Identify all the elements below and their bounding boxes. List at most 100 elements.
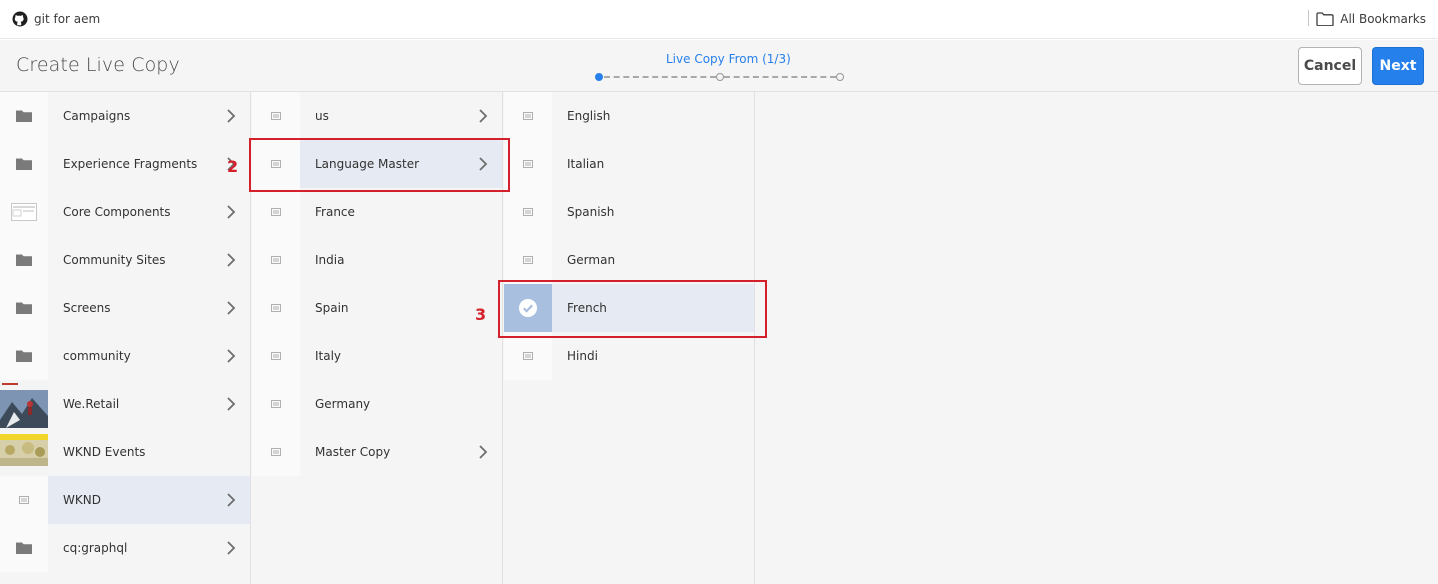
- column-item-us[interactable]: us: [252, 92, 502, 140]
- column-item-label: Community Sites: [63, 253, 166, 267]
- next-button[interactable]: Next: [1372, 47, 1424, 85]
- all-bookmarks-label: All Bookmarks: [1340, 12, 1426, 26]
- column-item-english[interactable]: English: [504, 92, 754, 140]
- column-item-label: Spain: [315, 301, 349, 315]
- column-item-label: Italy: [315, 349, 342, 363]
- page-icon: [252, 92, 300, 140]
- column-item-hindi[interactable]: Hindi: [504, 332, 754, 380]
- column-item-label: Italian: [567, 157, 605, 171]
- page-icon: [252, 236, 300, 284]
- column-item-experience-fragments[interactable]: Experience Fragments: [0, 140, 250, 188]
- template-thumbnail-icon: [0, 188, 48, 236]
- column-item-india[interactable]: India: [252, 236, 502, 284]
- chevron-right-icon: [227, 493, 236, 507]
- column-1: Campaigns Experience Fragments Core Comp…: [0, 92, 251, 584]
- column-item-core-components[interactable]: Core Components: [0, 188, 250, 236]
- chevron-right-icon: [479, 445, 488, 459]
- annotation-number-2: 2: [227, 157, 239, 176]
- page-icon: [504, 188, 552, 236]
- column-item-spain[interactable]: Spain: [252, 284, 502, 332]
- wizard-step-3-dot[interactable]: [836, 73, 844, 81]
- column-item-label: We.Retail: [63, 397, 120, 411]
- column-item-campaigns[interactable]: Campaigns: [0, 92, 250, 140]
- column-item-cq-graphql[interactable]: cq:graphql: [0, 524, 250, 572]
- chevron-right-icon: [227, 541, 236, 555]
- bookmark-git-for-aem[interactable]: git for aem: [12, 0, 100, 38]
- chevron-right-icon: [227, 397, 236, 411]
- wizard-step-1-dot[interactable]: [595, 73, 603, 81]
- page-title: Create Live Copy: [16, 54, 180, 76]
- chevron-right-icon: [227, 109, 236, 123]
- column-item-label: Germany: [315, 397, 371, 411]
- folder-icon: [0, 284, 48, 332]
- column-item-label: German: [567, 253, 616, 267]
- column-item-label: Master Copy: [315, 445, 391, 459]
- column-item-label: WKND Events: [63, 445, 146, 459]
- page-icon: [0, 476, 48, 524]
- all-bookmarks-button[interactable]: All Bookmarks: [1316, 0, 1426, 38]
- column-item-we-retail[interactable]: We.Retail: [0, 380, 250, 428]
- bookmarks-divider: [1308, 10, 1309, 26]
- column-item-community-sites[interactable]: Community Sites: [0, 236, 250, 284]
- column-item-community[interactable]: community: [0, 332, 250, 380]
- column-item-label: WKND: [63, 493, 101, 507]
- wizard-connector: [604, 76, 716, 78]
- wizard-progress: Live Copy From (1/3): [590, 48, 850, 84]
- wizard-header: Create Live Copy Live Copy From (1/3) Ca…: [0, 40, 1438, 92]
- page-icon: [252, 188, 300, 236]
- cancel-button[interactable]: Cancel: [1298, 47, 1362, 85]
- page-icon: [252, 332, 300, 380]
- page-icon: [252, 284, 300, 332]
- column-view: Campaigns Experience Fragments Core Comp…: [0, 92, 1438, 584]
- page-icon: [504, 140, 552, 188]
- chevron-right-icon: [227, 253, 236, 267]
- folder-icon: [1316, 12, 1334, 26]
- column-3: English Italian Spanish German French Hi…: [504, 92, 755, 584]
- chevron-right-icon: [227, 205, 236, 219]
- wknd-events-thumbnail: [0, 428, 48, 476]
- wizard-step-label: Live Copy From (1/3): [666, 52, 791, 66]
- annotation-box-french: [498, 280, 767, 338]
- page-icon: [504, 92, 552, 140]
- folder-icon: [0, 524, 48, 572]
- page-icon: [252, 428, 300, 476]
- column-item-italian[interactable]: Italian: [504, 140, 754, 188]
- chevron-right-icon: [227, 301, 236, 315]
- column-item-screens[interactable]: Screens: [0, 284, 250, 332]
- bookmark-label: git for aem: [34, 12, 101, 26]
- column-item-label: Experience Fragments: [63, 157, 198, 171]
- column-item-italy[interactable]: Italy: [252, 332, 502, 380]
- annotation-box-language-master: [249, 138, 510, 192]
- column-item-label: us: [315, 109, 329, 123]
- column-item-label: community: [63, 349, 131, 363]
- column-item-label: Core Components: [63, 205, 171, 219]
- bookmarks-bar: git for aem All Bookmarks: [0, 0, 1438, 39]
- column-item-label: France: [315, 205, 355, 219]
- column-item-france[interactable]: France: [252, 188, 502, 236]
- column-item-master-copy[interactable]: Master Copy: [252, 428, 502, 476]
- column-item-wknd[interactable]: WKND: [0, 476, 250, 524]
- page-icon: [504, 236, 552, 284]
- chevron-right-icon: [479, 109, 488, 123]
- folder-icon: [0, 140, 48, 188]
- github-icon: [12, 11, 28, 27]
- column-item-germany[interactable]: Germany: [252, 380, 502, 428]
- column-item-label: Campaigns: [63, 109, 131, 123]
- chevron-right-icon: [227, 349, 236, 363]
- column-item-label: Screens: [63, 301, 111, 315]
- column-item-german[interactable]: German: [504, 236, 754, 284]
- wizard-connector: [724, 76, 836, 78]
- folder-icon: [0, 332, 48, 380]
- column-item-label: English: [567, 109, 611, 123]
- column-item-label: India: [315, 253, 345, 267]
- folder-icon: [0, 236, 48, 284]
- annotation-number-3: 3: [475, 305, 487, 324]
- page-icon: [504, 332, 552, 380]
- column-item-spanish[interactable]: Spanish: [504, 188, 754, 236]
- wizard-step-2-dot[interactable]: [716, 73, 724, 81]
- we-retail-thumbnail: [0, 380, 48, 428]
- folder-icon: [0, 92, 48, 140]
- page-icon: [252, 380, 300, 428]
- column-item-wknd-events[interactable]: WKND Events: [0, 428, 250, 476]
- column-item-label: Spanish: [567, 205, 615, 219]
